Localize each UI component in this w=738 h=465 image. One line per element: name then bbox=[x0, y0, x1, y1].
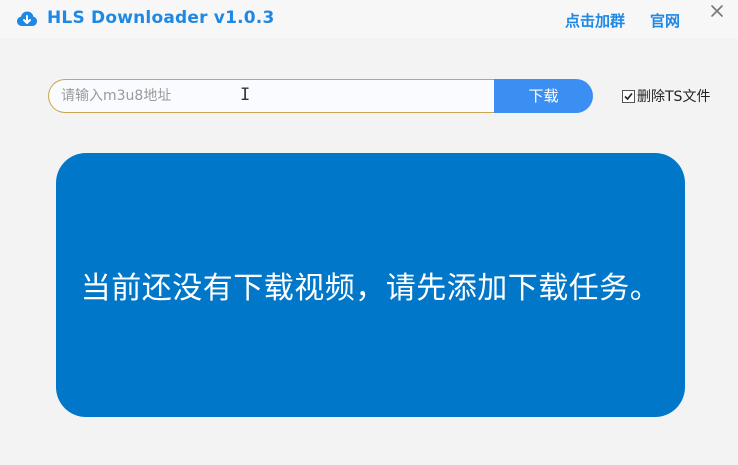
download-list-panel: 当前还没有下载视频，请先添加下载任务。 bbox=[56, 153, 685, 417]
app-title: HLS Downloader v1.0.3 bbox=[47, 8, 275, 28]
m3u8-url-input[interactable] bbox=[48, 79, 494, 113]
cloud-download-icon bbox=[17, 11, 37, 26]
empty-state-message: 当前还没有下载视频，请先添加下载任务。 bbox=[80, 271, 661, 306]
join-group-link[interactable]: 点击加群 bbox=[565, 10, 625, 31]
close-icon[interactable] bbox=[705, 0, 729, 24]
delete-ts-option[interactable]: 删除TS文件 bbox=[622, 86, 710, 106]
title-bar: HLS Downloader v1.0.3 点击加群 官网 bbox=[0, 0, 738, 38]
official-site-link[interactable]: 官网 bbox=[650, 10, 680, 31]
url-input-row: I 下载 bbox=[48, 79, 593, 113]
download-button[interactable]: 下载 bbox=[494, 79, 593, 113]
delete-ts-checkbox[interactable] bbox=[622, 89, 635, 103]
checkmark-icon bbox=[624, 92, 633, 100]
delete-ts-label: 删除TS文件 bbox=[637, 89, 711, 105]
